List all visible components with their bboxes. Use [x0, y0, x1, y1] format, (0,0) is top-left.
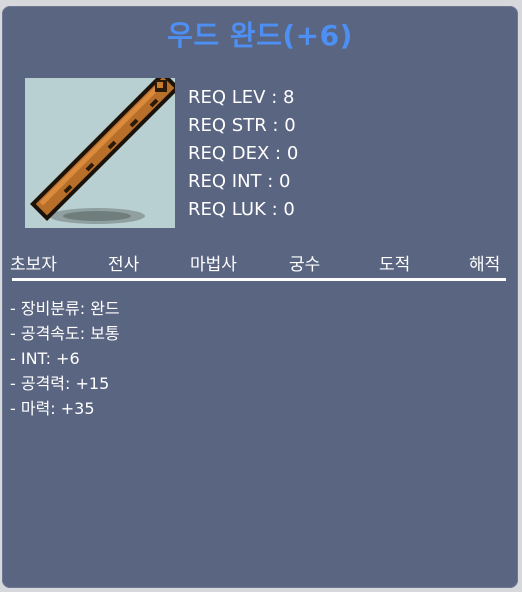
req-level: REQ LEV : 8 — [188, 87, 295, 108]
job-magician: 마법사 — [190, 255, 237, 275]
wooden-wand-icon — [30, 78, 175, 224]
job-warrior: 전사 — [108, 255, 140, 275]
req-luk: REQ LUK : 0 — [188, 199, 295, 220]
divider — [12, 278, 506, 281]
stat-int: - INT: +6 — [10, 349, 80, 368]
job-beginner: 초보자 — [10, 255, 57, 275]
requirements: REQ LEV : 8 REQ STR : 0 REQ DEX : 0 REQ … — [188, 84, 298, 224]
job-list: 초보자 전사 마법사 궁수 도적 해적 — [2, 250, 518, 276]
stat-attack: - 공격력: +15 — [10, 374, 110, 393]
req-int: REQ INT : 0 — [188, 171, 291, 192]
stat-attack-speed: - 공격속도: 보통 — [10, 324, 120, 343]
item-tooltip: 우드 완드(+6) REQ LEV : 8 REQ STR: 0 REQ DE… — [2, 6, 518, 588]
job-bowman: 궁수 — [289, 255, 321, 275]
job-pirate: 해적 — [469, 255, 501, 275]
stat-equip-type: - 장비분류: 완드 — [10, 299, 120, 318]
item-icon-frame — [25, 78, 175, 228]
req-dex: REQ DEX : 0 — [188, 143, 299, 164]
job-thief: 도적 — [379, 255, 411, 275]
stat-magic: - 마력: +35 — [10, 399, 95, 418]
item-stats: - 장비분류: 완드 - 공격속도: 보통 - INT: +6 - 공격력: +… — [10, 296, 120, 421]
req-str: REQ STR : 0 — [188, 115, 296, 136]
item-name: 우드 완드(+6) — [167, 19, 353, 52]
